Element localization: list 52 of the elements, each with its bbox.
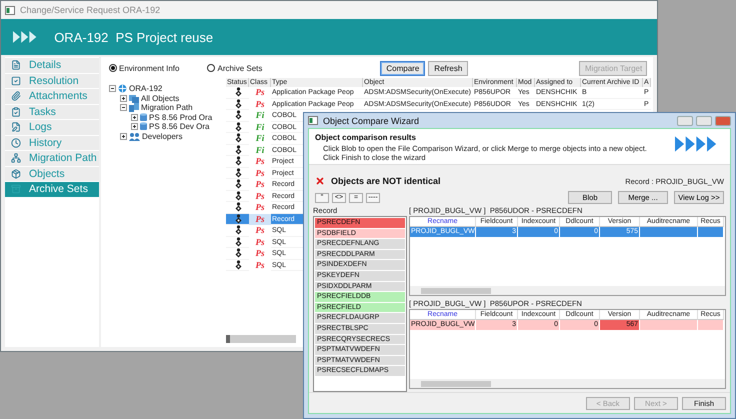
sidebar-item[interactable]: Archive Sets	[5, 182, 99, 196]
toolbar-button[interactable]: Refresh	[428, 60, 468, 76]
radio-option[interactable]: Archive Sets	[207, 64, 262, 72]
people-icon	[129, 132, 140, 141]
sidebar-icon	[11, 106, 21, 117]
tree-item[interactable]: PS 8.56 Dev Ora	[149, 122, 210, 132]
scrollbar[interactable]	[410, 286, 725, 295]
class-label: Ps	[254, 248, 266, 260]
tree-item[interactable]: All Objects	[141, 94, 180, 103]
class-label: Fi	[254, 133, 266, 144]
class-label: Ps	[254, 190, 266, 202]
error-icon	[315, 176, 325, 186]
tree-item[interactable]: Migration Path	[141, 103, 193, 112]
app-icon	[308, 116, 318, 125]
class-label: Ps	[249, 214, 271, 225]
class-label: Ps	[254, 260, 266, 271]
expand-icon[interactable]	[120, 132, 127, 140]
tree-item[interactable]: PS 8.56 Prod Ora	[149, 112, 212, 122]
expand-icon[interactable]	[120, 94, 127, 102]
sidebar-icon	[11, 60, 21, 70]
expand-icon[interactable]	[131, 114, 138, 121]
scrollbar[interactable]	[226, 335, 296, 343]
sidebar-icon	[11, 122, 21, 132]
globe-icon	[118, 84, 127, 94]
sidebar-icon	[11, 138, 21, 148]
class-label: Ps	[254, 87, 266, 98]
class-label: Ps	[254, 236, 266, 248]
request-title: ORA-192 PS Project reuse	[54, 30, 214, 44]
tree-item[interactable]: ORA-192	[129, 84, 162, 94]
expand-icon[interactable]	[131, 123, 138, 130]
radio-option[interactable]: Environment Info	[109, 64, 180, 72]
class-label: Ps	[254, 98, 266, 110]
sidebar-icon	[11, 168, 21, 179]
class-label: Ps	[254, 179, 266, 190]
collapse-icon[interactable]	[109, 85, 116, 92]
class-label: Fi	[254, 144, 266, 156]
sidebar-icon	[11, 153, 21, 164]
collapse-icon[interactable]	[120, 104, 127, 112]
class-label: Ps	[254, 225, 266, 236]
tree-item[interactable]: Developers	[142, 132, 182, 141]
window-title: Change/Service Request ORA-192	[20, 5, 160, 15]
close-button[interactable]	[715, 116, 731, 126]
class-label: Ps	[254, 156, 266, 168]
class-label: Fi	[254, 110, 266, 122]
class-label: Fi	[254, 122, 266, 133]
app-icon	[5, 6, 15, 14]
class-label: Ps	[254, 202, 266, 214]
sidebar-icon	[11, 76, 21, 86]
toolbar-button[interactable]: Compare	[380, 60, 426, 76]
sidebar-icon	[11, 91, 21, 102]
scrollbar[interactable]	[410, 379, 725, 388]
class-label: Ps	[254, 168, 266, 179]
